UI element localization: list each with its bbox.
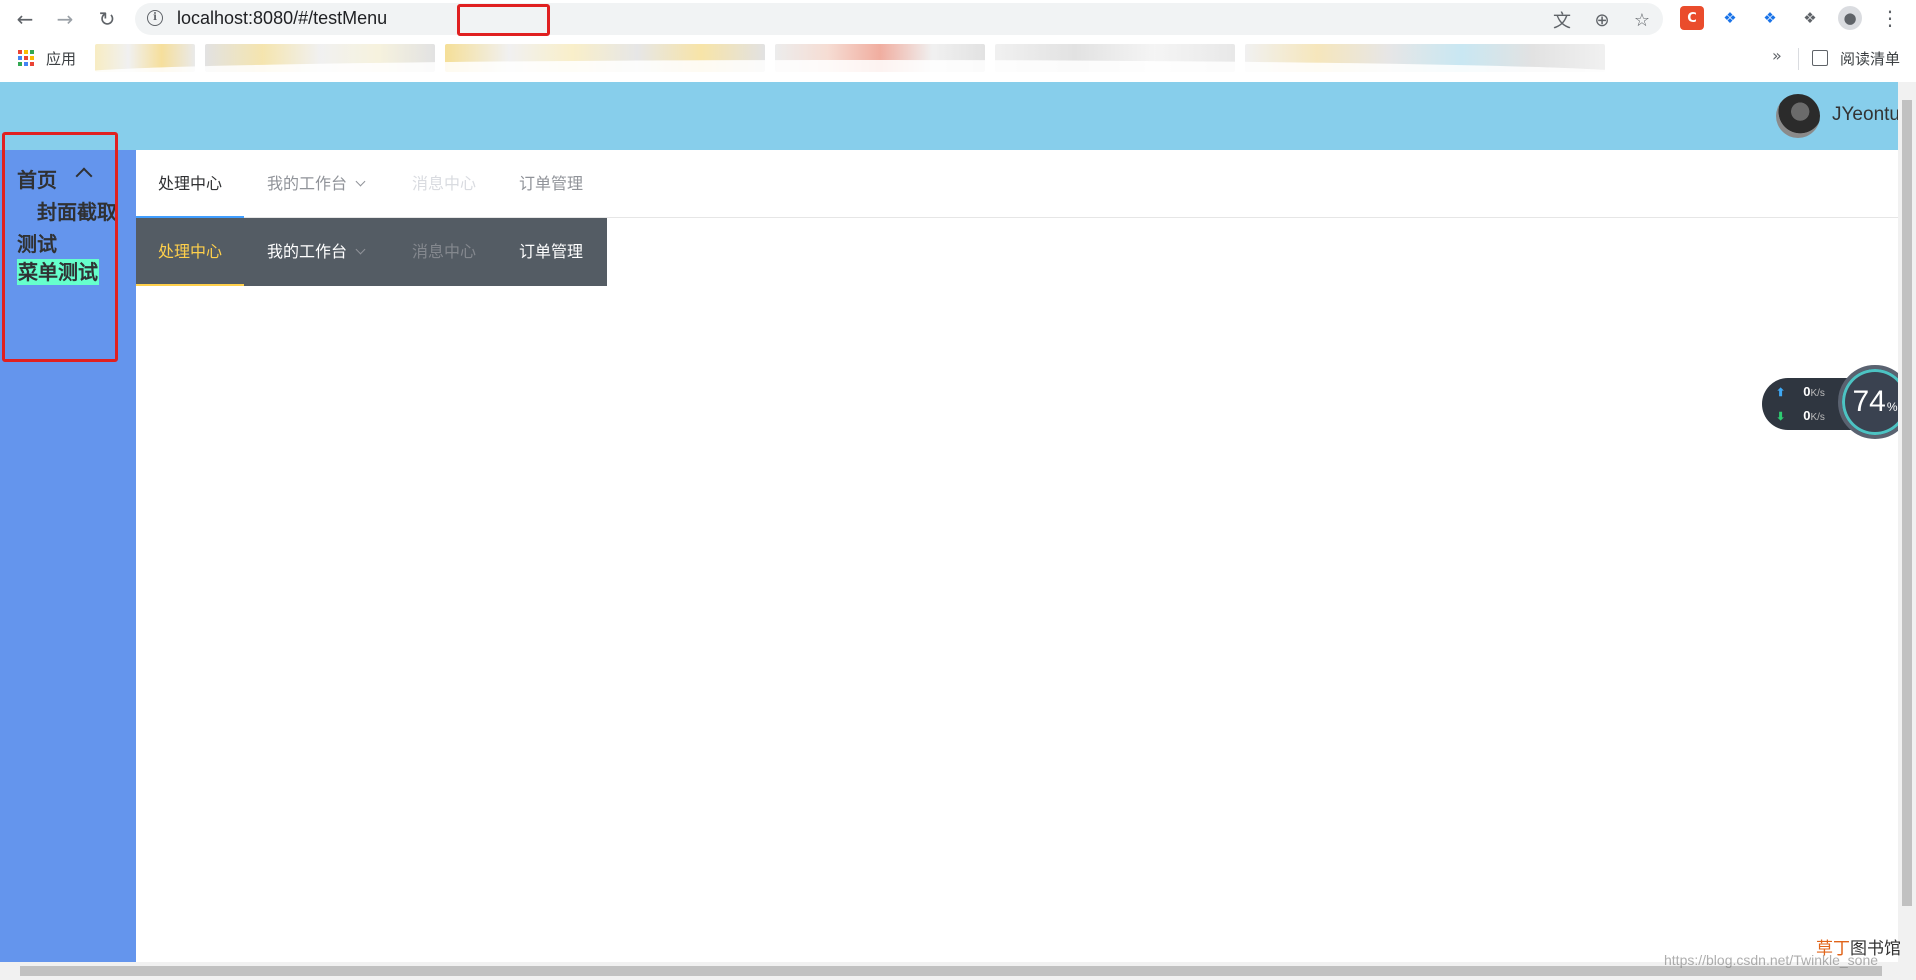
sidebar-highlight-box [2,132,118,362]
menu-item-label: 消息中心 [412,174,477,193]
arrow-down-icon: ⬇ [1776,411,1786,423]
translate-icon[interactable]: 文 [1551,9,1573,32]
url-text[interactable]: localhost:8080/#/testMenu [177,8,387,29]
menu-item-label: 我的工作台 [267,242,348,261]
address-bar[interactable]: i localhost:8080/#/testMenu 文 ⊕ ☆ [135,3,1663,36]
horizontal-scrollbar-thumb[interactable] [20,966,1882,976]
bookmarks-overflow[interactable]: » [1772,46,1782,65]
menu-item-label: 我的工作台 [267,174,348,193]
page-header [0,82,1898,150]
profile-icon[interactable]: ● [1838,6,1862,30]
url-host: localhost:8080/#/ [177,8,314,28]
menu-item-my-workbench-dark[interactable]: 我的工作台 [245,218,386,286]
speed-unit: K/s [1810,388,1825,399]
menu-item-order-management-dark[interactable]: 订单管理 [497,218,605,286]
forward-icon[interactable]: → [52,6,78,32]
menu-kebab-icon[interactable]: ⋮ [1878,6,1902,30]
extensions-icon[interactable]: ❖ [1798,6,1822,30]
gauge-percent-sign: % [1886,400,1898,414]
gauge-percent: 74 [1852,385,1886,418]
zoom-out-icon[interactable]: ⊕ [1591,9,1613,31]
extension-c-icon[interactable]: C [1680,6,1704,30]
browser-toolbar: ← → ↻ i localhost:8080/#/testMenu 文 ⊕ ☆ … [0,0,1916,38]
horizontal-menu-light: 处理中心 我的工作台 消息中心 订单管理 [136,150,1898,218]
chevron-down-icon [355,244,366,255]
menu-item-message-center: 消息中心 [390,150,498,218]
avatar[interactable] [1776,94,1820,138]
reading-list-label[interactable]: 阅读清单 [1840,48,1900,69]
bookmark-star-icon[interactable]: ☆ [1631,9,1653,31]
vertical-scrollbar-thumb[interactable] [1902,100,1912,906]
reload-icon[interactable]: ↻ [94,6,120,32]
menu-item-label: 处理中心 [158,242,223,261]
upload-speed: ⬆ 0K/s [1776,384,1825,399]
horizontal-menu-dark: 处理中心 我的工作台 消息中心 订单管理 [136,218,607,286]
bookmarks-divider [1798,48,1799,70]
menu-item-message-center-dark: 消息中心 [390,218,498,286]
url-highlight-box [457,4,550,36]
username[interactable]: JYeontu [1832,104,1900,126]
back-icon[interactable]: ← [12,6,38,32]
reading-list-icon[interactable] [1812,50,1828,66]
info-icon[interactable]: i [147,10,163,26]
chevron-down-icon [355,176,366,187]
download-speed: ⬇ 0K/s [1776,408,1825,423]
menu-item-order-management[interactable]: 订单管理 [497,150,605,218]
menu-item-label: 消息中心 [412,242,477,261]
menu-item-label: 订单管理 [519,242,584,261]
speed-unit: K/s [1810,412,1825,423]
menu-item-label: 订单管理 [519,174,584,193]
menu-item-label: 处理中心 [158,174,223,193]
menu-item-my-workbench[interactable]: 我的工作台 [245,150,386,218]
apps-grid-icon[interactable] [18,50,34,66]
url-watermark: https://blog.csdn.net/Twinkle_sone [1664,952,1879,968]
extension-puzzle-blue-2-icon[interactable]: ❖ [1758,6,1782,30]
arrow-up-icon: ⬆ [1776,387,1786,399]
apps-label[interactable]: 应用 [46,48,76,69]
url-path: testMenu [313,8,388,28]
extension-puzzle-blue-icon[interactable]: ❖ [1718,6,1742,30]
menu-item-processing-center-dark[interactable]: 处理中心 [136,218,245,286]
menu-item-processing-center[interactable]: 处理中心 [136,150,245,218]
